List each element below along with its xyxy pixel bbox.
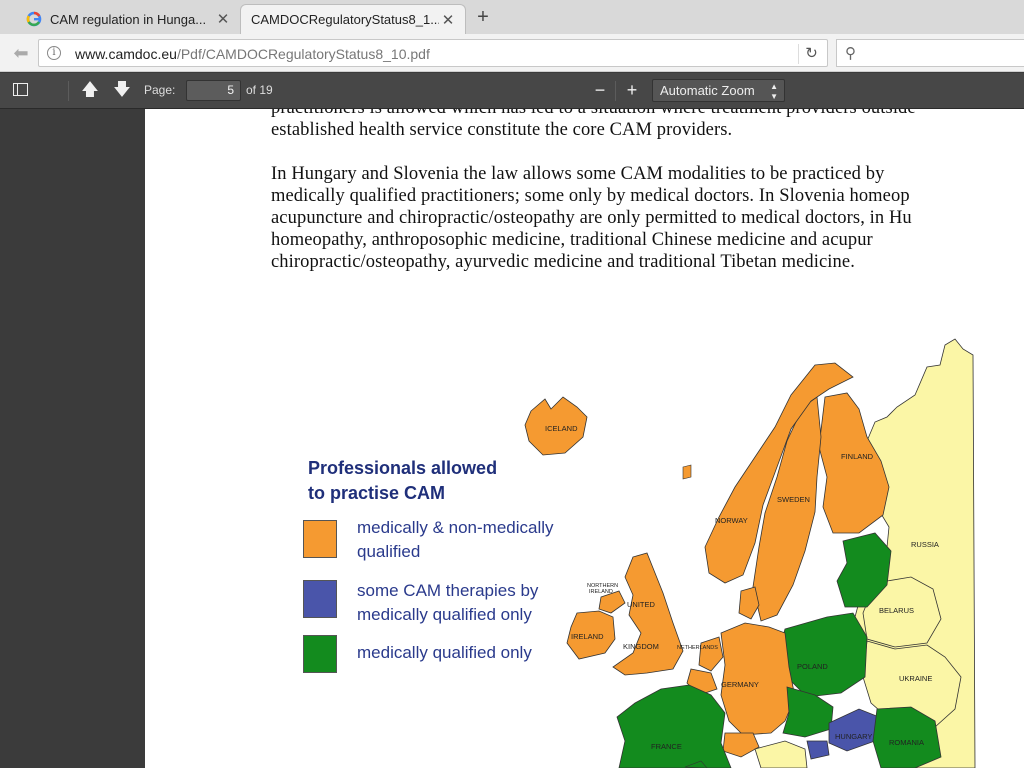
close-tab-icon[interactable]: ✕ [439, 11, 457, 29]
legend-swatch-green [303, 635, 337, 673]
map-label-iceland: ICELAND [545, 424, 578, 433]
text-line: chiropractic/osteopathy, ayurvedic medic… [271, 252, 855, 272]
map-label-poland: POLAND [797, 662, 828, 671]
legend-label: some CAM therapies by medically qualifie… [357, 581, 539, 624]
map-region-hungary [828, 708, 880, 752]
toolbar-divider [68, 81, 69, 101]
reload-icon[interactable]: ↻ [798, 44, 824, 64]
map-label-northern-ireland: IRELAND [589, 589, 613, 595]
search-input[interactable]: ⚲ [836, 39, 1024, 67]
tab-title: CAM regulation in Hunga... [50, 11, 207, 27]
map-label-romania: ROMANIA [889, 738, 924, 747]
map-region-switzerland [722, 732, 760, 758]
previous-page-icon[interactable]: 🡅 [80, 79, 100, 101]
tab-camdoc-pdf[interactable]: CAMDOCRegulatoryStatus8_1... ✕ [240, 4, 466, 34]
sidebar-toggle-icon[interactable] [10, 79, 30, 101]
zoom-in-icon[interactable]: + [622, 79, 642, 101]
page-label: Page: [144, 83, 176, 97]
legend-swatch-orange [303, 520, 337, 558]
search-icon: ⚲ [845, 45, 856, 62]
map-label-sweden: SWEDEN [777, 495, 810, 504]
tab-title: CAMDOCRegulatoryStatus8_1... [251, 12, 439, 27]
text-line: In Hungary and Slovenia the law allows s… [271, 164, 885, 184]
map-region-finland [818, 392, 890, 534]
map-label-united-kingdom: KINGDOM [623, 642, 659, 651]
page-total: of 19 [246, 83, 273, 97]
map-label-hungary: HUNGARY [835, 732, 872, 741]
google-g-icon [26, 11, 42, 27]
text-line: homeopathy, anthroposophic medicine, tra… [271, 230, 873, 250]
map-region-denmark [738, 586, 760, 620]
page-number-input[interactable]: 5 [186, 80, 241, 101]
map-label-france: FRANCE [651, 742, 682, 751]
text-line: medically qualified practitioners; some … [271, 186, 910, 206]
map-region-shetland [682, 464, 692, 480]
zoom-select[interactable]: Automatic Zoom ▲ ▼ [652, 79, 785, 102]
europe-map: ICELAND FINLAND SWEDEN NORWAY RUSSIA BEL… [524, 338, 976, 768]
map-label-norway: NORWAY [715, 516, 748, 525]
map-label-united-kingdom: UNITED [627, 600, 656, 609]
map-region-slovenia [806, 740, 830, 760]
map-region-france [616, 684, 732, 768]
toolbar-divider [615, 81, 616, 101]
text-line: practitioners is allowed which has led t… [271, 109, 916, 119]
map-label-ireland: IRELAND [571, 632, 604, 641]
info-icon[interactable]: i [47, 46, 61, 60]
pdf-toolbar: 🡅 🡇 Page: 5 of 19 − + Automatic Zoom ▲ ▼ [0, 73, 1024, 109]
close-tab-icon[interactable]: ✕ [214, 10, 232, 28]
map-label-netherlands: NETHERLANDS [677, 645, 718, 651]
back-arrow-icon[interactable]: ⬅ [10, 42, 32, 64]
map-region-great-britain [612, 552, 684, 676]
next-page-icon[interactable]: 🡇 [112, 79, 132, 101]
text-line: acupuncture and chiropractic/osteopathy … [271, 208, 912, 228]
new-tab-button[interactable]: + [472, 6, 494, 29]
map-region-netherlands [698, 636, 724, 672]
map-region-germany [720, 622, 796, 736]
tab-strip: CAM regulation in Hunga... ✕ CAMDOCRegul… [0, 0, 1024, 34]
url-bar[interactable]: i www.camdoc.eu/Pdf/CAMDOCRegulatoryStat… [38, 39, 828, 67]
map-label-germany: GERMANY [721, 680, 759, 689]
map-label-finland: FINLAND [841, 452, 874, 461]
map-region-italy [754, 740, 808, 768]
legend-title: Professionals allowed to practise CAM [308, 458, 498, 503]
map-label-russia: RUSSIA [911, 540, 939, 549]
legend-swatch-blue [303, 580, 337, 618]
map-label-ukraine: UKRAINE [899, 674, 932, 683]
url-text[interactable]: www.camdoc.eu/Pdf/CAMDOCRegulatoryStatus… [75, 46, 430, 62]
pdf-page: practitioners is allowed which has led t… [145, 109, 1024, 768]
text-line: established health service constitute th… [271, 120, 733, 140]
legend-label: medically qualified only [357, 643, 532, 662]
map-label-belarus: BELARUS [879, 606, 914, 615]
dropdown-arrows-icon: ▲ ▼ [770, 82, 778, 101]
tab-cam-regulation[interactable]: CAM regulation in Hunga... ✕ [12, 4, 240, 34]
zoom-out-icon[interactable]: − [590, 79, 610, 101]
pdf-viewer[interactable]: practitioners is allowed which has led t… [0, 109, 1024, 768]
